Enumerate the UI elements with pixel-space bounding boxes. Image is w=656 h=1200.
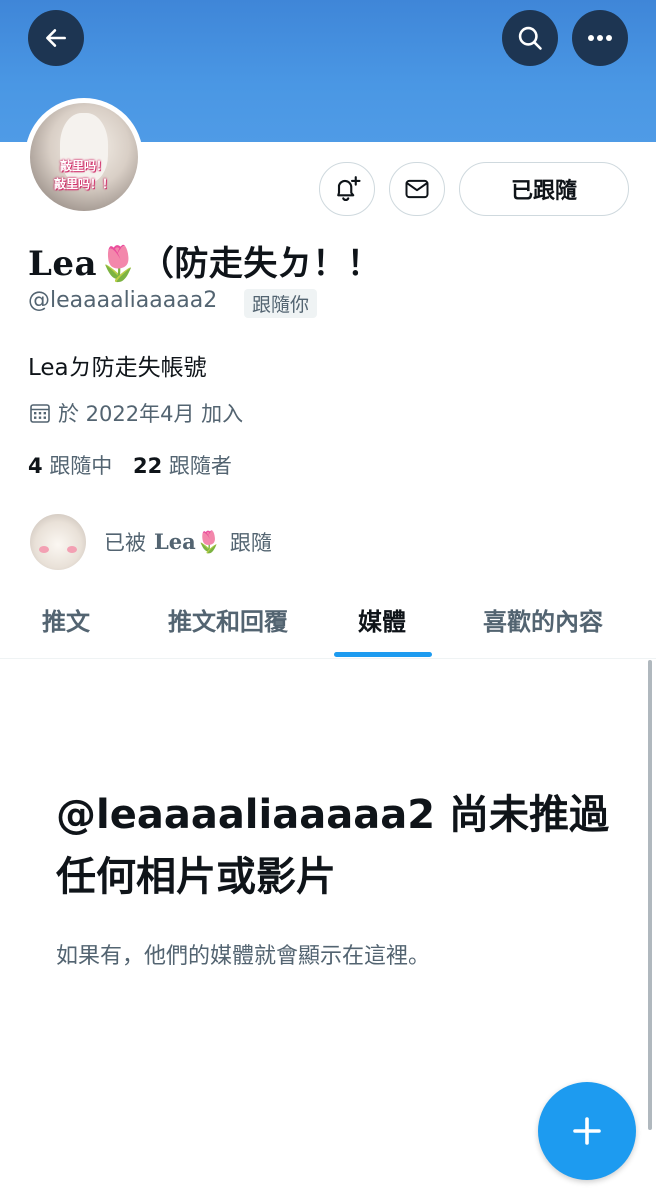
tab-tweets[interactable]: 推文 <box>42 602 90 637</box>
scrollbar[interactable] <box>648 660 652 1130</box>
message-button[interactable] <box>389 162 445 216</box>
tab-likes[interactable]: 喜歡的內容 <box>483 602 603 637</box>
notify-button[interactable] <box>319 162 375 216</box>
avatar-caption-line1: 敲里吗！ <box>59 159 108 173</box>
mutual-avatar <box>30 514 86 570</box>
blush-left <box>39 546 49 553</box>
bell-plus-icon <box>337 176 361 201</box>
mutual-name: Lea🌷 <box>154 529 222 554</box>
more-button[interactable] <box>572 10 628 66</box>
search-button[interactable] <box>502 10 558 66</box>
tab-tweets-replies[interactable]: 推文和回覆 <box>168 602 288 637</box>
active-tab-indicator <box>334 652 432 657</box>
following-count: 4 <box>28 454 43 478</box>
followers-count: 22 <box>133 454 163 478</box>
followers-link[interactable]: 22 跟隨者 <box>133 454 232 478</box>
calendar-icon <box>30 404 50 423</box>
following-link[interactable]: 4 跟隨中 <box>28 454 112 478</box>
joined-text: 於 2022年4月 加入 <box>58 402 244 426</box>
follow-stats: 4 跟隨中 22 跟隨者 <box>28 450 232 480</box>
profile-avatar[interactable]: 敲里吗！ 敲里吗！！ <box>25 98 143 216</box>
blush-right <box>67 546 77 553</box>
avatar-image: 敲里吗！ 敲里吗！！ <box>30 103 138 211</box>
mutual-followers[interactable]: 已被 Lea🌷 跟隨 <box>30 514 272 570</box>
tab-media[interactable]: 媒體 <box>358 602 406 637</box>
arrow-left-icon <box>46 29 66 47</box>
compose-tweet-button[interactable] <box>538 1082 636 1180</box>
display-name: Lea🌷（防走失ㄉ！！ <box>28 244 382 284</box>
mutual-suffix: 跟隨 <box>229 531 272 555</box>
follows-you-badge: 跟隨你 <box>244 289 318 318</box>
followers-label: 跟隨者 <box>168 454 232 478</box>
back-button[interactable] <box>28 10 84 66</box>
profile-handle: @leaaaaliaaaaa2 <box>28 288 218 313</box>
joined-date: 於 2022年4月 加入 <box>28 398 243 428</box>
following-button[interactable]: 已跟隨 <box>459 162 629 216</box>
more-icon <box>588 35 612 41</box>
empty-state-subtitle: 如果有，他們的媒體就會顯示在這裡。 <box>56 944 431 969</box>
following-label: 跟隨中 <box>49 454 113 478</box>
mail-icon <box>405 179 429 199</box>
empty-state-title: @leaaaaliaaaaa2 尚未推過任何相片或影片 <box>56 792 609 900</box>
mutual-prefix: 已被 <box>104 531 146 555</box>
search-icon <box>518 26 542 50</box>
plus-icon <box>573 1117 601 1145</box>
avatar-caption-line2: 敲里吗！！ <box>53 177 114 191</box>
profile-tabs: 推文 推文和回覆 媒體 喜歡的內容 <box>0 584 656 659</box>
profile-bio: Leaㄉ防走失帳號 <box>28 355 207 381</box>
